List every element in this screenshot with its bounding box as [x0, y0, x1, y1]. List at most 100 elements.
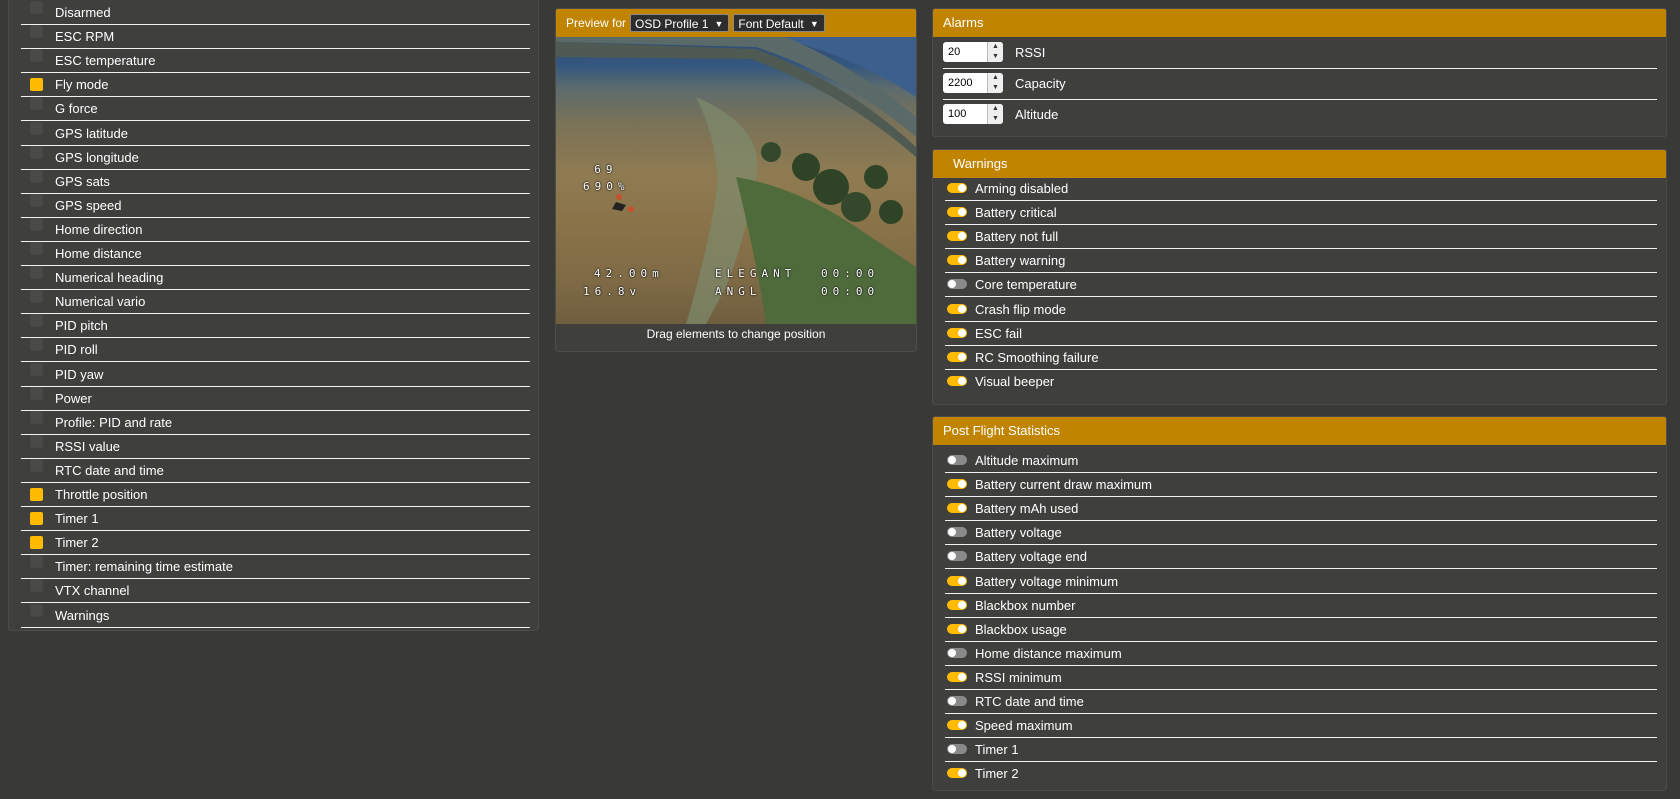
alarm-value-input[interactable]: 100 ▲ ▼ [943, 104, 1003, 124]
toggle-switch[interactable] [947, 623, 967, 634]
osd-mode[interactable]: ANGL [715, 285, 762, 298]
element-checkbox[interactable] [30, 386, 43, 400]
toggle-switch[interactable] [947, 527, 967, 538]
toggle-switch[interactable] [947, 720, 967, 731]
toggle-switch[interactable] [947, 351, 967, 362]
toggle-switch[interactable] [947, 647, 967, 658]
toggle-switch[interactable] [947, 183, 967, 193]
osd-preview-image[interactable]: 69 690% 42.00m ELEGANT 00:00 16.8v ANGL … [556, 37, 916, 324]
stepper-icon[interactable]: ▲ ▼ [987, 104, 1003, 124]
element-row[interactable]: Fly mode [21, 73, 530, 98]
warnings-row: Core temperature [945, 273, 1657, 298]
element-row[interactable]: Timer 1 [21, 507, 530, 532]
osd-altitude[interactable]: 42.00m [594, 267, 664, 280]
element-row[interactable]: Home direction [21, 217, 530, 242]
toggle-switch[interactable] [947, 207, 967, 218]
toggle-switch[interactable] [947, 303, 967, 314]
element-checkbox[interactable] [30, 362, 43, 376]
toggle-switch[interactable] [947, 744, 967, 755]
element-checkbox[interactable] [30, 145, 43, 159]
element-checkbox[interactable] [30, 458, 43, 472]
element-row[interactable]: Timer: remaining time estimate [21, 555, 530, 580]
element-row[interactable]: PID yaw [21, 362, 530, 387]
element-row[interactable]: Numerical vario [21, 290, 530, 315]
osd-voltage[interactable]: 16.8v [583, 285, 641, 298]
element-row[interactable]: Throttle position [21, 483, 530, 507]
element-checkbox[interactable] [30, 512, 43, 526]
element-checkbox[interactable] [30, 488, 43, 501]
element-row[interactable]: GPS sats [21, 169, 530, 194]
osd-timer-2[interactable]: 00:00 [821, 285, 879, 298]
element-checkbox[interactable] [30, 555, 43, 569]
toggle-switch[interactable] [947, 279, 967, 290]
element-checkbox[interactable] [30, 266, 43, 280]
toggle-switch[interactable] [947, 231, 967, 242]
element-checkbox[interactable] [30, 603, 43, 617]
element-checkbox[interactable] [30, 193, 43, 207]
element-row[interactable]: Power [21, 386, 530, 411]
toggle-switch[interactable] [947, 599, 967, 610]
element-row[interactable]: Numerical heading [21, 266, 530, 291]
toggle-switch[interactable] [947, 455, 967, 465]
element-checkbox[interactable] [30, 242, 43, 255]
element-checkbox[interactable] [30, 217, 43, 231]
element-checkbox[interactable] [30, 97, 43, 111]
toggle-switch[interactable] [947, 575, 967, 586]
toggle-switch[interactable] [947, 696, 967, 706]
toggle-switch[interactable] [947, 479, 967, 490]
alarm-label: RSSI [1015, 45, 1046, 60]
osd-craft-name[interactable]: ELEGANT [715, 267, 796, 280]
alarm-value-input[interactable]: 2200 ▲ ▼ [943, 73, 1003, 93]
toggle-switch[interactable] [947, 503, 967, 514]
element-checkbox[interactable] [30, 410, 43, 424]
element-row[interactable]: PID pitch [21, 314, 530, 339]
element-row[interactable]: G force [21, 97, 530, 122]
element-row[interactable]: Warnings [21, 603, 530, 628]
element-row[interactable]: Timer 2 [21, 531, 530, 556]
element-checkbox[interactable] [30, 78, 43, 92]
element-row[interactable]: ESC temperature [21, 49, 530, 74]
osd-line2[interactable]: 690% [583, 180, 630, 193]
element-row[interactable]: GPS speed [21, 193, 530, 218]
toggle-switch[interactable] [947, 255, 967, 266]
element-label: Fly mode [55, 77, 109, 93]
element-checkbox[interactable] [30, 314, 43, 328]
element-checkbox[interactable] [30, 25, 43, 39]
element-checkbox[interactable] [30, 338, 43, 352]
element-checkbox[interactable] [30, 49, 43, 63]
element-checkbox[interactable] [30, 290, 43, 304]
element-checkbox[interactable] [30, 169, 43, 183]
stats-label: Battery mAh used [975, 501, 1079, 517]
stepper-icon[interactable]: ▲ ▼ [987, 73, 1003, 93]
element-row[interactable]: PID roll [21, 338, 530, 363]
osd-profile-select[interactable]: OSD Profile 1 ▼ [630, 14, 730, 32]
element-label: Home direction [55, 221, 143, 237]
osd-line1[interactable]: 69 [571, 163, 618, 176]
element-checkbox[interactable] [30, 121, 43, 135]
toggle-switch[interactable] [947, 551, 967, 562]
toggle-switch[interactable] [947, 327, 967, 338]
element-row[interactable]: ESC RPM [21, 25, 530, 50]
element-row[interactable]: Profile: PID and rate [21, 410, 530, 435]
element-row[interactable]: GPS longitude [21, 145, 530, 170]
toggle-switch[interactable] [947, 768, 967, 779]
warnings-row: Arming disabled [945, 177, 1657, 201]
element-checkbox[interactable] [30, 579, 43, 593]
element-row[interactable]: RSSI value [21, 434, 530, 459]
stepper-icon[interactable]: ▲ ▼ [987, 42, 1003, 62]
element-row[interactable]: Home distance [21, 242, 530, 266]
element-checkbox[interactable] [30, 434, 43, 448]
osd-timer-1[interactable]: 00:00 [821, 267, 879, 280]
element-checkbox[interactable] [30, 1, 43, 14]
element-row[interactable]: Disarmed [21, 1, 530, 25]
element-row[interactable]: GPS latitude [21, 121, 530, 146]
element-label: Numerical heading [55, 270, 164, 286]
font-select[interactable]: Font Default ▼ [733, 14, 825, 32]
toggle-switch[interactable] [947, 375, 967, 386]
element-row[interactable]: VTX channel [21, 579, 530, 604]
toggle-switch[interactable] [947, 671, 967, 682]
element-checkbox[interactable] [30, 536, 43, 550]
element-row[interactable]: RTC date and time [21, 458, 530, 483]
preview-hint: Drag elements to change position [646, 327, 826, 341]
alarm-value-input[interactable]: 20 ▲ ▼ [943, 42, 1003, 62]
